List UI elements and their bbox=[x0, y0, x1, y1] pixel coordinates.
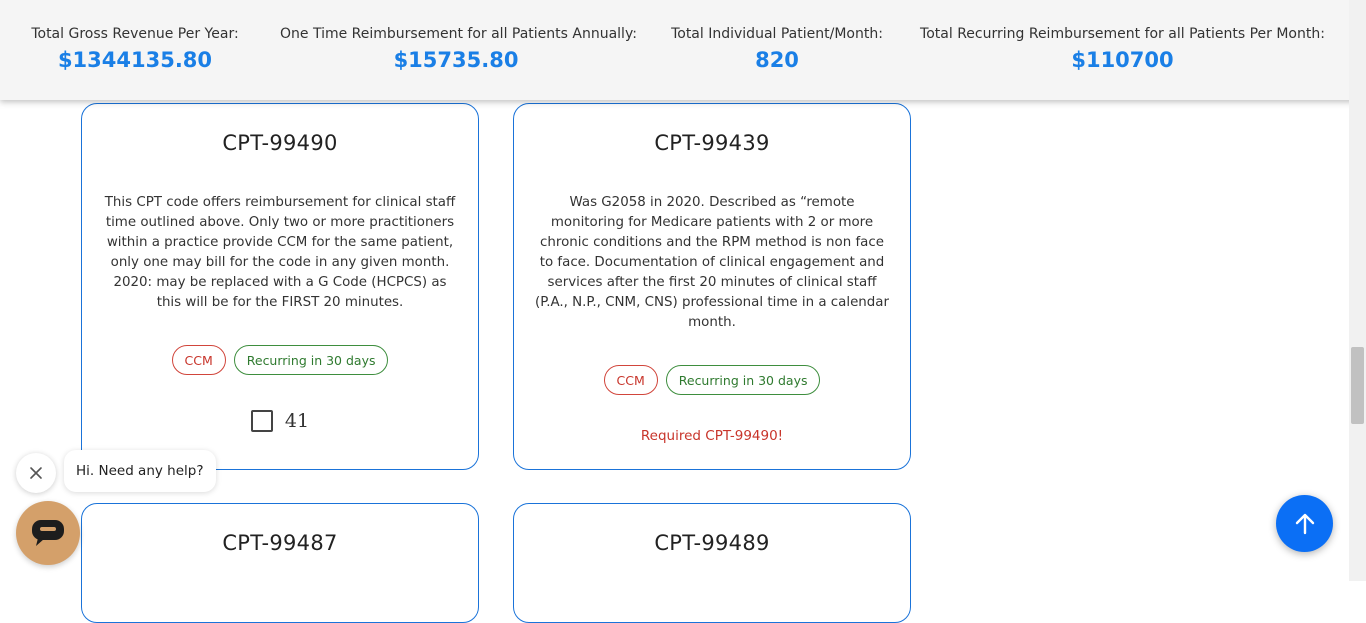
stat-label: Total Recurring Reimbursement for all Pa… bbox=[920, 26, 1325, 42]
tag-recurrence: Recurring in 30 days bbox=[233, 345, 389, 375]
stat-value: $1344135.80 bbox=[57, 48, 213, 72]
card-description: Was G2058 in 2020. Described as “remote … bbox=[534, 195, 890, 330]
card-title: CPT-99490 bbox=[222, 131, 338, 155]
stat-value: $110700 bbox=[1071, 48, 1174, 72]
card-title: CPT-99439 bbox=[654, 131, 770, 155]
cpt-card-99489[interactable]: CPT-99489 bbox=[513, 503, 911, 623]
arrow-up-icon bbox=[1295, 513, 1314, 534]
scrollbar-track[interactable] bbox=[1349, 0, 1366, 581]
card-description: This CPT code offers reimbursement for c… bbox=[104, 195, 456, 310]
card-title: CPT-99489 bbox=[654, 531, 770, 555]
chat-greeting-bubble[interactable]: Hi. Need any help? bbox=[64, 450, 216, 492]
scroll-to-top-button[interactable] bbox=[1276, 495, 1333, 552]
chat-launcher-button[interactable] bbox=[16, 501, 80, 565]
patient-quantity: 41 bbox=[284, 410, 310, 432]
required-message: Required CPT-99490! bbox=[640, 428, 784, 444]
tag-recurrence: Recurring in 30 days bbox=[665, 365, 821, 395]
close-icon bbox=[30, 467, 42, 479]
cpt-card-99439[interactable]: CPT-99439 Was G2058 in 2020. Described a… bbox=[513, 103, 911, 470]
tag-category: CCM bbox=[171, 345, 226, 375]
stat-patients-per-month: Total Individual Patient/Month: 820 bbox=[668, 24, 886, 73]
stat-value: $15735.80 bbox=[393, 48, 519, 72]
stat-recurring-reimbursement: Total Recurring Reimbursement for all Pa… bbox=[920, 24, 1325, 73]
card-title: CPT-99487 bbox=[222, 531, 338, 555]
scrollbar-thumb[interactable] bbox=[1351, 347, 1364, 424]
stat-label: One Time Reimbursement for all Patients … bbox=[280, 26, 637, 42]
stat-value: 820 bbox=[755, 48, 799, 72]
stat-label: Total Gross Revenue Per Year: bbox=[31, 26, 239, 42]
summary-stats-bar: Total Gross Revenue Per Year: $1344135.8… bbox=[0, 0, 1366, 100]
chat-close-button[interactable] bbox=[16, 453, 56, 493]
stat-label: Total Individual Patient/Month: bbox=[671, 26, 883, 42]
card-tags: CCM Recurring in 30 days bbox=[514, 365, 910, 395]
card-tags: CCM Recurring in 30 days bbox=[82, 345, 478, 375]
tag-category: CCM bbox=[603, 365, 658, 395]
chat-icon bbox=[32, 520, 64, 546]
stat-gross-revenue: Total Gross Revenue Per Year: $1344135.8… bbox=[24, 24, 246, 73]
cpt-card-99490[interactable]: CPT-99490 This CPT code offers reimburse… bbox=[81, 103, 479, 470]
stat-one-time-reimbursement: One Time Reimbursement for all Patients … bbox=[280, 24, 637, 73]
select-checkbox[interactable] bbox=[250, 410, 273, 432]
cpt-card-99487[interactable]: CPT-99487 bbox=[81, 503, 479, 623]
card-select-row: 41 bbox=[82, 410, 478, 432]
